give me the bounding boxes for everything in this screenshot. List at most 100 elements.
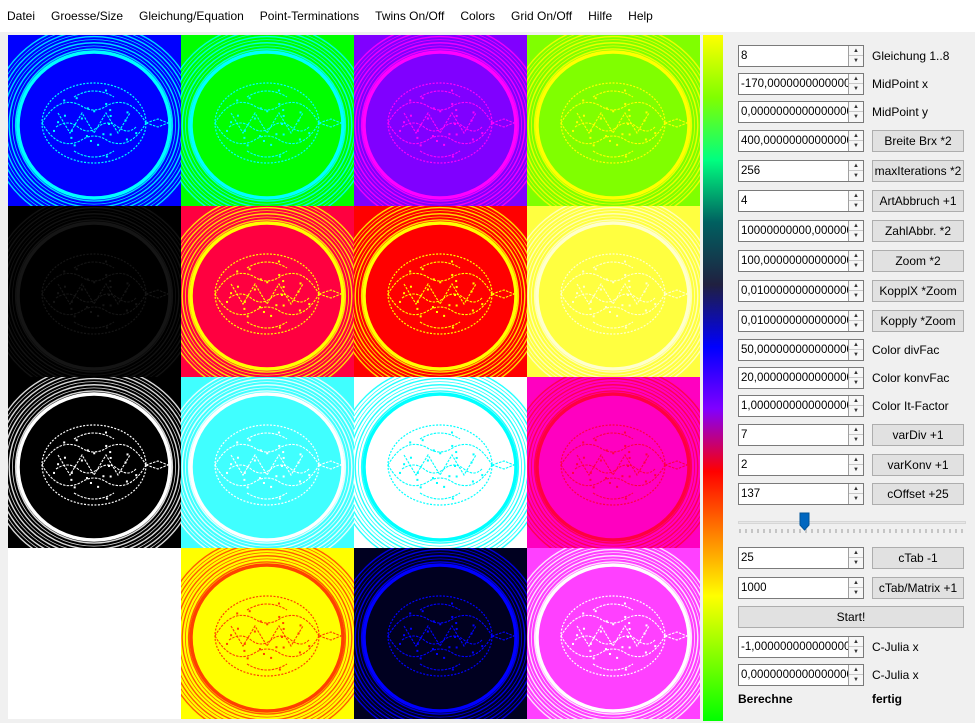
spin-up-icon[interactable]: ▲ (849, 102, 863, 112)
spin-down-icon[interactable]: ▼ (849, 231, 863, 241)
spin-up-icon[interactable]: ▲ (849, 396, 863, 406)
spin-up-icon[interactable]: ▲ (849, 46, 863, 56)
color-offset-slider[interactable] (738, 512, 968, 536)
spin-down-icon[interactable]: ▼ (849, 494, 863, 504)
numeric-spinbox[interactable]: 2 ▲ ▼ (738, 454, 864, 476)
numeric-spinbox[interactable]: 0,0100000000000000 ▲ ▼ (738, 280, 864, 302)
spinbox-value[interactable]: 0,0100000000000000 (741, 314, 849, 329)
spin-up-icon[interactable]: ▲ (849, 548, 863, 558)
spinbox-value[interactable]: 25 (741, 551, 849, 566)
spin-down-icon[interactable]: ▼ (849, 406, 863, 416)
spin-down-icon[interactable]: ▼ (849, 141, 863, 151)
menu-item-0[interactable]: Datei (0, 9, 43, 23)
spinbox-value[interactable]: -1,0000000000000000 (741, 640, 849, 655)
spin-up-icon[interactable]: ▲ (849, 221, 863, 231)
action-button[interactable]: cTab -1 (872, 547, 964, 569)
spin-down-icon[interactable]: ▼ (849, 291, 863, 301)
spin-up-icon[interactable]: ▲ (849, 311, 863, 321)
spinbox-value[interactable]: 50,0000000000000000 (741, 343, 849, 358)
menu-item-6[interactable]: Grid On/Off (503, 9, 580, 23)
numeric-spinbox[interactable]: 400,0000000000000000▲▼ (738, 130, 864, 152)
spin-up-icon[interactable]: ▲ (849, 665, 863, 675)
action-button[interactable]: varKonv +1 (872, 454, 964, 476)
menu-item-3[interactable]: Point-Terminations (252, 9, 367, 23)
spin-down-icon[interactable]: ▼ (849, 84, 863, 94)
spin-down-icon[interactable]: ▼ (849, 56, 863, 66)
spinbox-value[interactable]: 4 (741, 194, 849, 209)
spin-up-icon[interactable]: ▲ (849, 191, 863, 201)
numeric-spinbox[interactable]: 1000 ▲ ▼ (738, 577, 864, 599)
action-button[interactable]: ZahlAbbr. *2 (872, 220, 964, 242)
spinbox-value[interactable]: 137 (741, 487, 849, 502)
spin-up-icon[interactable]: ▲ (849, 281, 863, 291)
action-button[interactable]: varDiv +1 (872, 424, 964, 446)
spin-up-icon[interactable]: ▲ (849, 161, 863, 171)
numeric-spinbox[interactable]: 256 ▲ ▼ (738, 160, 864, 182)
spin-up-icon[interactable]: ▲ (849, 368, 863, 378)
menu-item-5[interactable]: Colors (452, 9, 503, 23)
spinbox-value[interactable]: 0,0000000000000000 (741, 668, 849, 683)
numeric-spinbox[interactable]: 10000000000,0000000 ▲ ▼ (738, 220, 864, 242)
numeric-spinbox[interactable]: 8 ▲ ▼ (738, 45, 864, 67)
action-button[interactable]: Breite Brx *2 (872, 130, 964, 152)
spin-up-icon[interactable]: ▲ (849, 425, 863, 435)
spinbox-value[interactable]: 2 (741, 458, 849, 473)
spin-up-icon[interactable]: ▲ (849, 455, 863, 465)
spin-down-icon[interactable]: ▼ (849, 321, 863, 331)
numeric-spinbox[interactable]: 20,0000000000000000 ▲ ▼ (738, 367, 864, 389)
numeric-spinbox[interactable]: 25 ▲ ▼ (738, 547, 864, 569)
spinbox-value[interactable]: -170,0000000000000000 (741, 77, 849, 92)
numeric-spinbox[interactable]: 0,0100000000000000 ▲ ▼ (738, 310, 864, 332)
spin-down-icon[interactable]: ▼ (849, 350, 863, 360)
spin-down-icon[interactable]: ▼ (849, 201, 863, 211)
action-button[interactable]: Kopply *Zoom (872, 310, 964, 332)
numeric-spinbox[interactable]: 50,0000000000000000 ▲ ▼ (738, 339, 864, 361)
spin-down-icon[interactable]: ▼ (849, 588, 863, 598)
numeric-spinbox[interactable]: 137 ▲ ▼ (738, 483, 864, 505)
action-button[interactable]: cTab/Matrix +1 (872, 577, 964, 599)
menu-item-4[interactable]: Twins On/Off (367, 9, 452, 23)
spin-down-icon[interactable]: ▼ (849, 378, 863, 388)
numeric-spinbox[interactable]: 4 ▲ ▼ (738, 190, 864, 212)
action-button[interactable]: KopplX *Zoom (872, 280, 964, 302)
numeric-spinbox[interactable]: 100,0000000000000000▲▼ (738, 250, 864, 272)
slider-thumb[interactable] (799, 512, 810, 531)
spinbox-value[interactable]: 0,0000000000000000 (741, 105, 849, 120)
action-button[interactable]: ArtAbbruch +1 (872, 190, 964, 212)
menu-item-7[interactable]: Hilfe (580, 9, 620, 23)
spin-down-icon[interactable]: ▼ (849, 261, 863, 271)
spinbox-value[interactable]: 0,0100000000000000 (741, 284, 849, 299)
numeric-spinbox[interactable]: -1,0000000000000000 ▲ ▼ (738, 636, 864, 658)
menu-item-1[interactable]: Groesse/Size (43, 9, 131, 23)
spinbox-value[interactable]: 1,0000000000000000 (741, 399, 849, 414)
spinbox-value[interactable]: 7 (741, 428, 849, 443)
spin-up-icon[interactable]: ▲ (849, 340, 863, 350)
spin-up-icon[interactable]: ▲ (849, 484, 863, 494)
spin-up-icon[interactable]: ▲ (849, 131, 863, 141)
spin-down-icon[interactable]: ▼ (849, 171, 863, 181)
menu-item-8[interactable]: Help (620, 9, 661, 23)
spinbox-value[interactable]: 10000000000,0000000 (741, 224, 849, 239)
action-button[interactable]: cOffset +25 (872, 483, 964, 505)
spin-up-icon[interactable]: ▲ (849, 251, 863, 261)
spinbox-value[interactable]: 1000 (741, 581, 849, 596)
numeric-spinbox[interactable]: -170,0000000000000000▲▼ (738, 73, 864, 95)
spin-up-icon[interactable]: ▲ (849, 74, 863, 84)
spin-up-icon[interactable]: ▲ (849, 637, 863, 647)
menu-item-2[interactable]: Gleichung/Equation (131, 9, 252, 23)
spinbox-value[interactable]: 8 (741, 49, 849, 64)
spin-down-icon[interactable]: ▼ (849, 647, 863, 657)
action-button[interactable]: maxIterations *2 (872, 160, 964, 182)
start-button[interactable]: Start! (738, 606, 964, 628)
spin-down-icon[interactable]: ▼ (849, 112, 863, 122)
numeric-spinbox[interactable]: 7 ▲ ▼ (738, 424, 864, 446)
action-button[interactable]: Zoom *2 (872, 250, 964, 272)
spinbox-value[interactable]: 400,0000000000000000 (741, 134, 849, 149)
spin-down-icon[interactable]: ▼ (849, 675, 863, 685)
spin-down-icon[interactable]: ▼ (849, 435, 863, 445)
spin-down-icon[interactable]: ▼ (849, 465, 863, 475)
numeric-spinbox[interactable]: 1,0000000000000000 ▲ ▼ (738, 395, 864, 417)
spinbox-value[interactable]: 100,0000000000000000 (741, 254, 849, 269)
numeric-spinbox[interactable]: 0,0000000000000000 ▲ ▼ (738, 101, 864, 123)
spin-up-icon[interactable]: ▲ (849, 578, 863, 588)
